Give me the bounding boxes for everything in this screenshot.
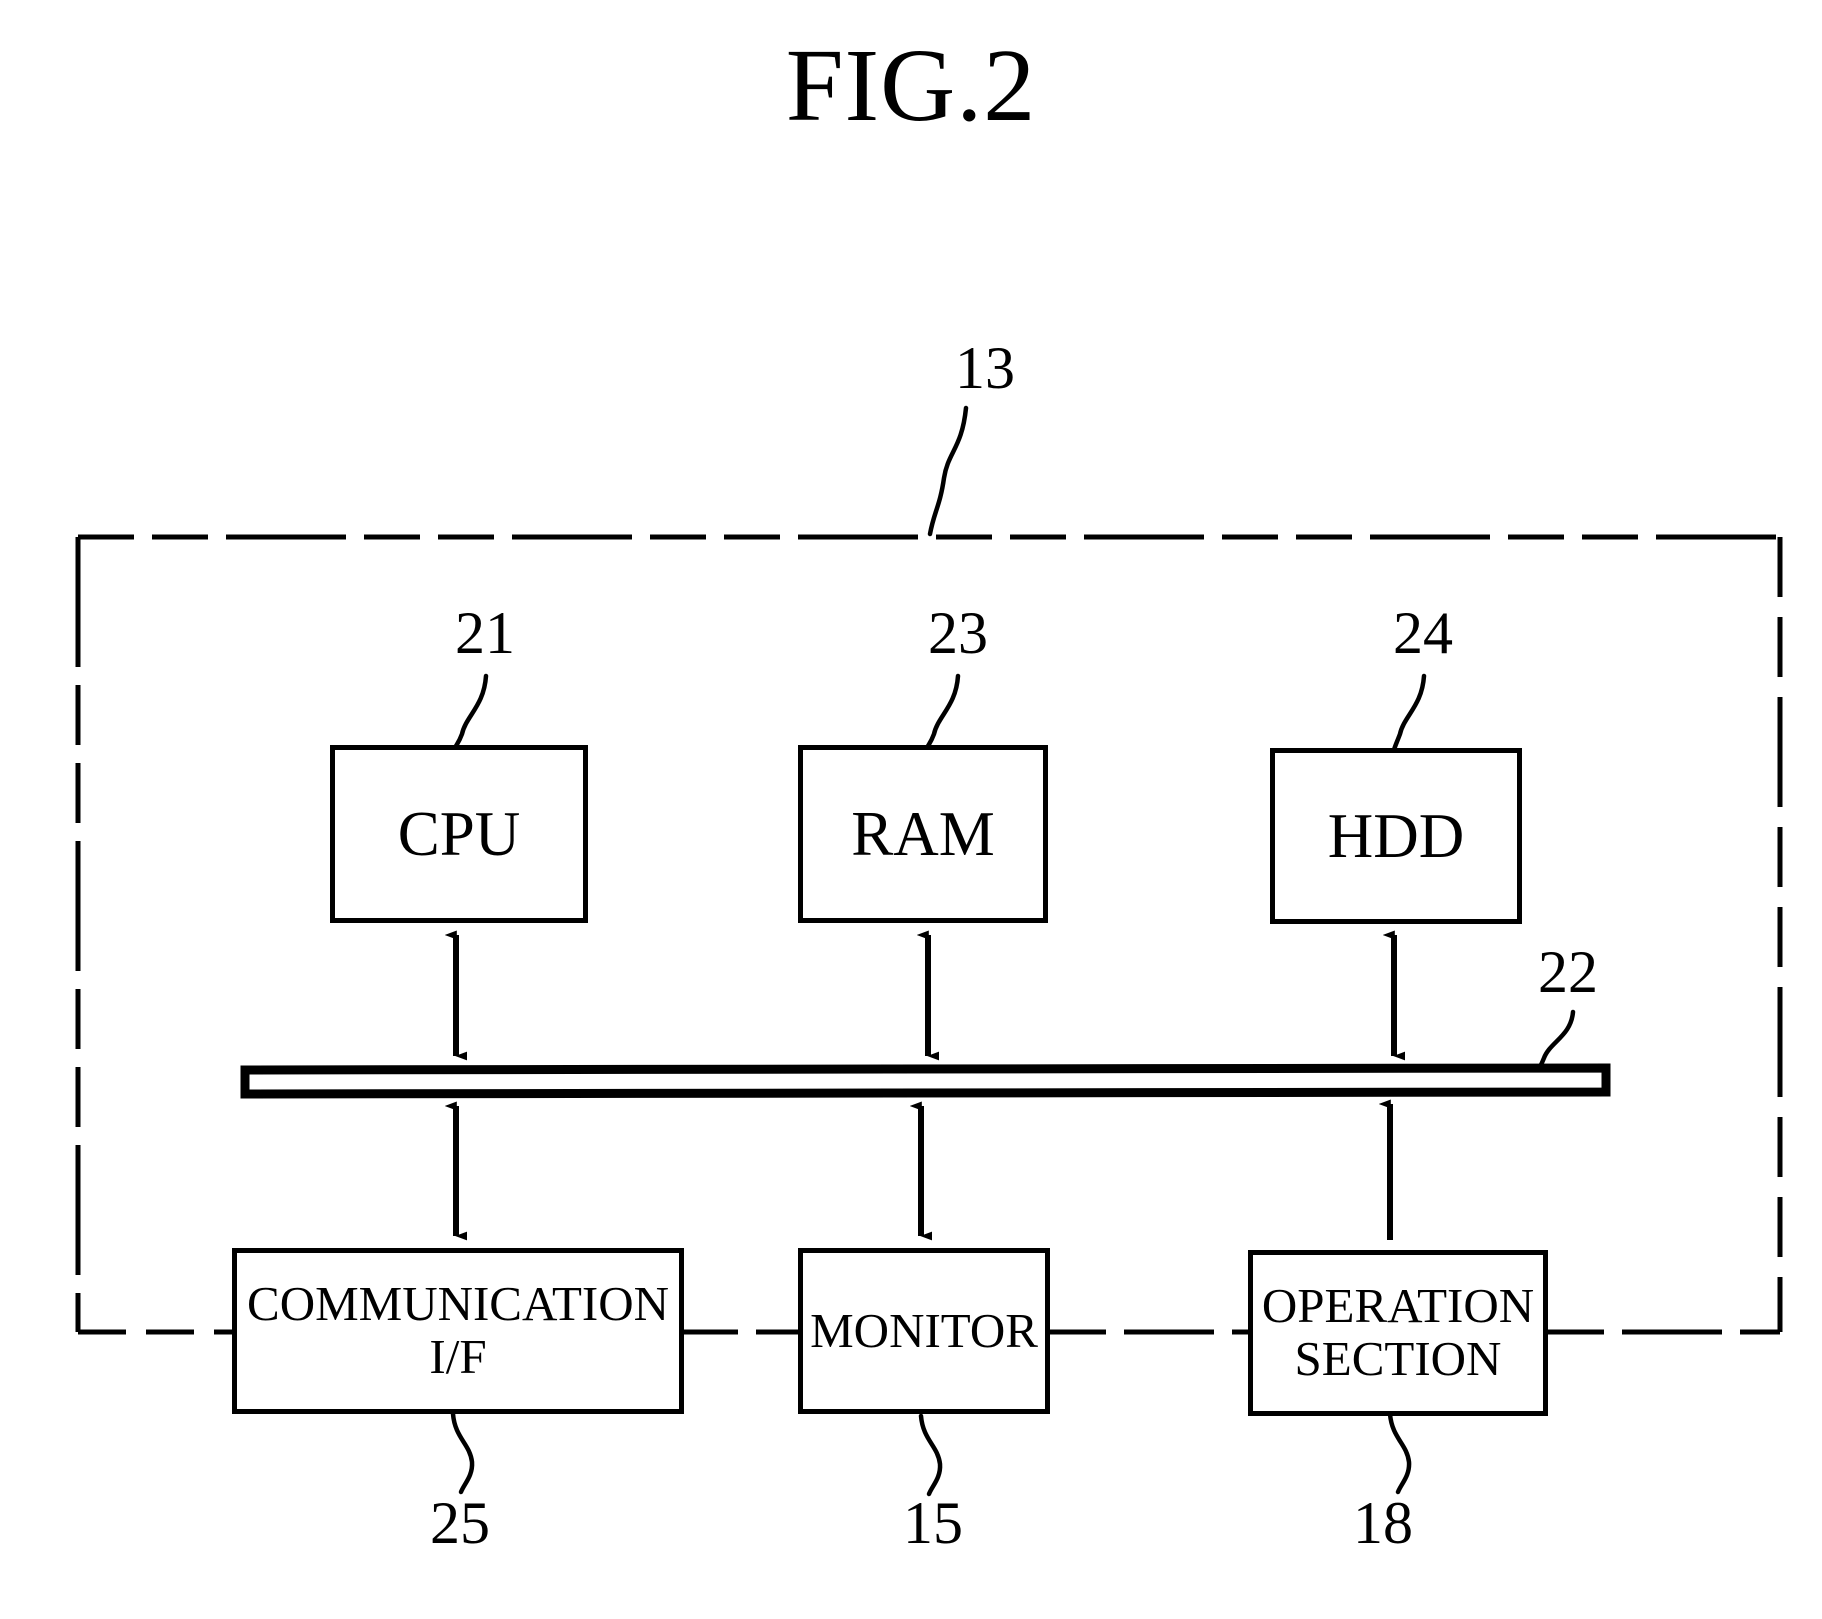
block-operation-section: OPERATION SECTION [1248,1250,1548,1416]
leader-21 [453,673,489,749]
leader-13 [927,405,969,537]
reference-numeral-18: 18 [1353,1490,1413,1556]
reference-numeral-13: 13 [955,335,1015,401]
block-operation-section-label: OPERATION SECTION [1261,1278,1535,1386]
leader-24 [1391,673,1427,753]
reference-numeral-25: 25 [430,1490,490,1556]
block-ram: RAM [798,745,1048,923]
reference-numeral-24: 24 [1393,600,1453,666]
block-monitor: MONITOR [798,1248,1050,1414]
reference-numeral-15: 15 [903,1490,963,1556]
block-communication-interface-label: COMMUNICATION I/F [247,1276,669,1384]
block-hdd: HDD [1270,748,1522,924]
leader-25 [450,1411,475,1495]
reference-numeral-23: 23 [928,600,988,666]
system-bus-22 [240,1063,1611,1099]
block-hdd-label: HDD [1327,800,1465,871]
leader-18 [1387,1411,1412,1495]
patent-figure: FIG.2 CPU RAM HDD COMMUNICATION I/F MONI… [0,0,1822,1619]
block-cpu: CPU [330,745,588,923]
leader-23 [925,673,961,749]
block-cpu-label: CPU [397,798,521,869]
reference-numeral-21: 21 [455,600,515,666]
reference-numeral-22: 22 [1538,939,1598,1005]
block-ram-label: RAM [851,798,995,869]
leader-22 [1535,1009,1576,1073]
block-monitor-label: MONITOR [810,1302,1038,1358]
leader-15 [918,1413,943,1497]
block-communication-interface: COMMUNICATION I/F [232,1248,684,1414]
